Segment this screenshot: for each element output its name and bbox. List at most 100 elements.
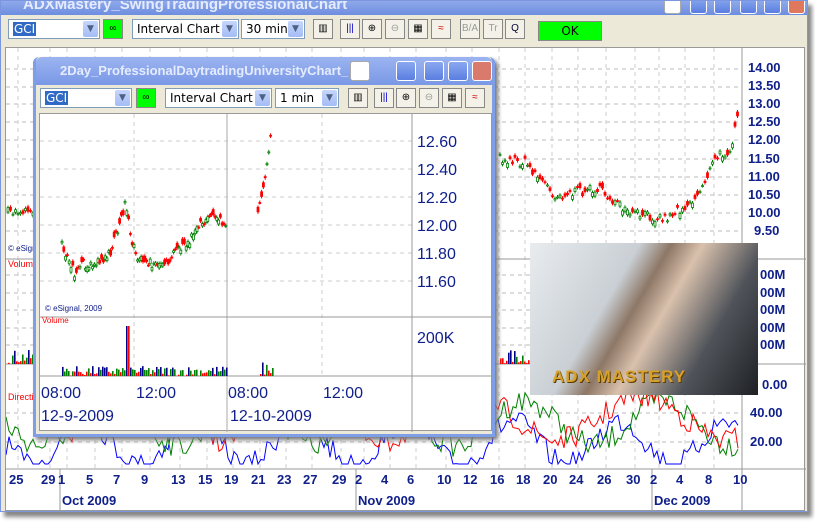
price-candle [87,267,91,271]
price-candle [112,231,116,238]
volume-bar [268,370,270,376]
link-status-icon[interactable] [664,1,681,14]
overlay-icon[interactable]: ≈ [431,19,451,39]
zoom-in-icon[interactable]: ⊕ [396,88,416,108]
price-candle [643,211,647,217]
date-tick-label: 26 [597,472,612,487]
date-label: 12-9-2009 [41,408,114,425]
link-status-icon[interactable] [350,61,370,81]
price-candle [73,276,76,281]
volume-bar [514,351,516,364]
price-axis-label: 10.00 [748,205,781,220]
price-candle [134,252,138,255]
link-chart-icon[interactable]: ∞ [136,88,156,108]
price-candle [731,143,734,149]
intraday-chart[interactable]: © eSignal, 2009 Volume 200K 12.60 12.40 12… [39,113,493,432]
price-axis-label: 11.80 [417,246,456,263]
chevron-down-icon[interactable]: ▼ [115,90,130,106]
volume-bar [504,363,506,364]
minimize-button[interactable] [740,1,757,14]
price-candle [11,213,15,216]
price-candle [100,254,103,259]
zoom-out-icon[interactable]: ⊖ [385,19,405,39]
price-candle [19,212,22,215]
volume-bar [210,370,212,376]
price-candle [511,161,514,165]
price-axis-label: 12.00 [748,132,781,147]
close-button[interactable] [472,61,492,81]
chevron-down-icon[interactable]: ▼ [222,21,237,37]
detach-icon[interactable] [396,61,416,81]
main-title-bar: ADXMastery_SwingTradingProfessionalChart [1,1,807,15]
price-candle [586,188,589,191]
volume-bar [104,367,106,376]
inner-title-bar: 2Day_ProfessionalDaytradingUniversityCha… [36,57,492,85]
price-candle [723,155,727,159]
chart-type-select[interactable]: Interval Chart ▼ [132,19,239,39]
price-candle [506,163,509,168]
price-candle [673,213,677,215]
close-button[interactable] [788,1,805,14]
maximize-button[interactable] [764,1,781,14]
volume-bar [264,374,266,376]
price-candle [596,188,599,193]
link-chart-icon[interactable]: ∞ [103,19,123,39]
volume-bar [14,350,16,364]
chart-type-select[interactable]: Interval Chart ▼ [165,88,272,108]
ok-button[interactable]: OK [538,21,602,41]
price-candle [588,185,592,191]
maximize-button[interactable] [448,61,468,81]
table-icon[interactable]: ▦ [408,19,428,39]
date-tick-label: 24 [569,472,584,487]
quote-icon[interactable]: Q [505,19,525,39]
date-tick-label: 6 [407,472,415,487]
volume-bar [122,368,124,376]
price-candle [638,216,642,220]
overlay-icon[interactable]: ≈ [465,88,485,108]
study-icon[interactable]: ▥ [348,88,368,108]
bar-chart-icon[interactable]: ||| [374,88,394,108]
chevron-down-icon[interactable]: ▼ [288,21,303,37]
price-candle [125,210,129,216]
price-candle [686,201,689,206]
price-candle [516,158,519,161]
volume-bar [214,374,216,376]
interval-select[interactable]: 1 min ▼ [275,88,339,108]
bid-ask-icon[interactable]: B/A [460,19,480,39]
volume-bar [154,372,156,376]
symbol-select[interactable]: GCI ▼ [8,19,100,39]
chevron-down-icon[interactable]: ▼ [322,90,337,106]
symbol-select[interactable]: GCI ▼ [40,88,132,108]
price-candle [566,192,569,195]
study-icon[interactable]: ▥ [313,19,333,39]
date-tick-label: 21 [251,472,266,487]
chevron-down-icon[interactable]: ▼ [83,21,98,37]
price-candle [706,172,709,178]
volume-bar [200,370,202,376]
bar-chart-icon[interactable]: ||| [340,19,360,39]
price-candle [523,155,527,159]
detach-icon[interactable] [714,1,731,14]
price-candle [16,213,20,215]
main-toolbar: GCI ▼ ∞ Interval Chart ▼ 30 min ▼ ▥ ||| ⊕ ⊖… [5,19,805,47]
zoom-in-icon[interactable]: ⊕ [362,19,382,39]
minimize-button[interactable] [424,61,444,81]
price-candle [67,260,71,265]
price-candle [94,264,98,267]
chevron-down-icon[interactable]: ▼ [255,90,270,106]
price-candle [646,211,649,215]
zoom-out-icon[interactable]: ⊖ [419,88,439,108]
time-tick-label: 12:00 [136,385,177,402]
volume-bar [132,369,134,376]
price-candle [613,200,617,206]
banner-text: ADX MASTERY [552,367,687,386]
table-icon[interactable]: ▦ [442,88,462,108]
volume-bar [144,369,146,376]
price-candle [265,163,269,166]
price-candle [109,249,112,256]
price-candle [501,162,504,165]
trade-icon[interactable]: Tr [483,19,503,39]
date-tick-label: 20 [543,472,558,487]
restore-icon[interactable] [690,1,707,14]
interval-select[interactable]: 30 min ▼ [241,19,305,39]
